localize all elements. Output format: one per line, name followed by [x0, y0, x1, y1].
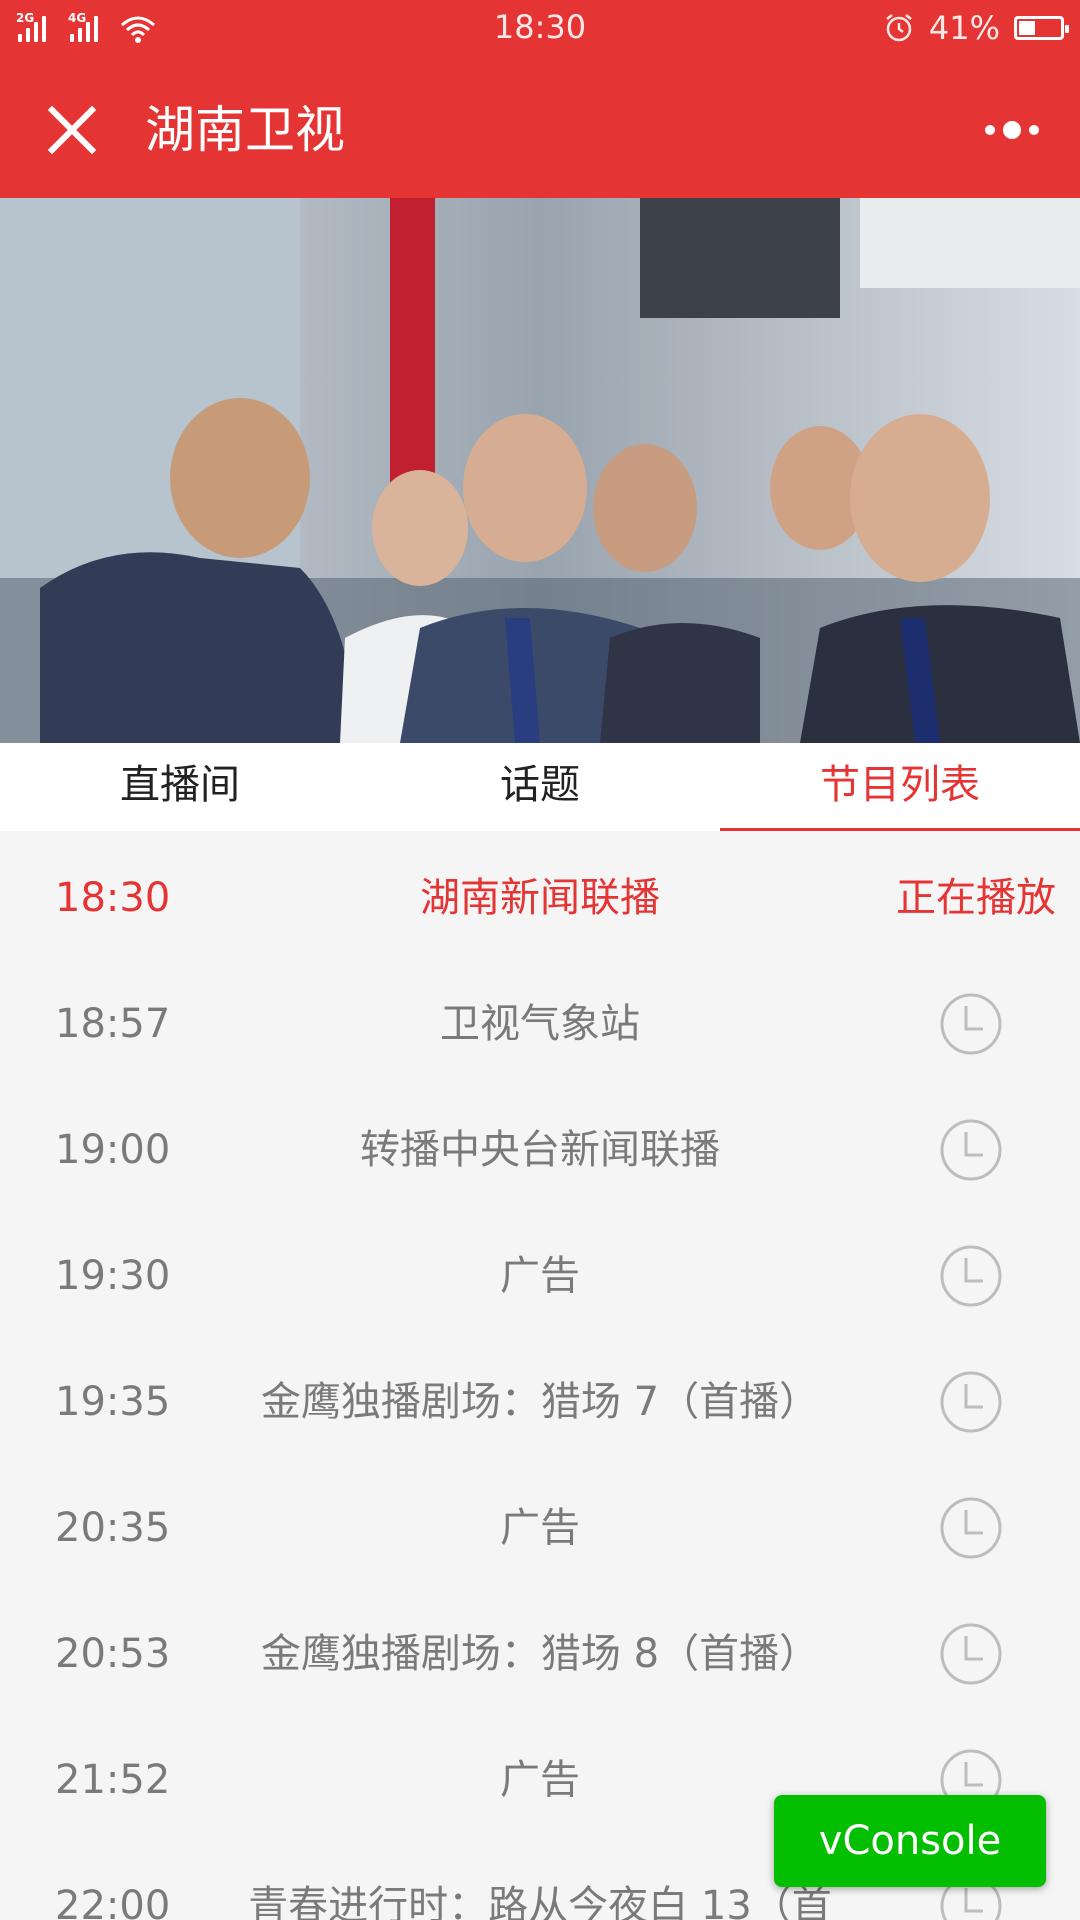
- program-time: 19:35: [55, 1379, 171, 1425]
- list-item[interactable]: 19:35 金鹰独播剧场：猎场 7（首播）: [0, 1335, 1080, 1461]
- program-time: 18:30: [55, 875, 171, 921]
- live-video-player[interactable]: [0, 198, 1080, 743]
- program-title: 广告: [500, 1253, 580, 1299]
- list-item[interactable]: 20:35 广告: [0, 1461, 1080, 1587]
- clock-icon[interactable]: [939, 1370, 1003, 1434]
- program-title: 金鹰独播剧场：猎场 7（首播）: [260, 1379, 820, 1425]
- program-title: 转播中央台新闻联播: [360, 1127, 720, 1173]
- list-item[interactable]: 19:30 广告: [0, 1209, 1080, 1335]
- program-title: 卫视气象站: [440, 1001, 640, 1047]
- battery-percent: 41%: [928, 9, 1000, 47]
- list-item[interactable]: 18:30 湖南新闻联播 正在播放: [0, 831, 1080, 957]
- tab-live-room[interactable]: 直播间: [0, 743, 360, 831]
- program-title: 广告: [500, 1505, 580, 1551]
- tab-topics[interactable]: 话题: [360, 743, 720, 831]
- tab-program-list[interactable]: 节目列表: [720, 743, 1080, 831]
- program-time: 19:30: [55, 1253, 171, 1299]
- now-playing-label: 正在播放: [896, 875, 1056, 921]
- program-title: 青春进行时：路从今夜白 13（首: [248, 1883, 832, 1920]
- clock-icon[interactable]: [939, 1496, 1003, 1560]
- close-icon[interactable]: [40, 98, 104, 162]
- program-time: 21:52: [55, 1757, 171, 1803]
- program-title: 金鹰独播剧场：猎场 8（首播）: [260, 1631, 820, 1677]
- alarm-icon: [886, 14, 912, 42]
- program-title: 广告: [500, 1757, 580, 1803]
- status-bar: 2G 4G 18:30 41%: [0, 0, 1080, 56]
- vconsole-button[interactable]: vConsole: [774, 1795, 1046, 1887]
- app-root: 2G 4G 18:30 41% 湖南卫视 直播间 话题 节目列表 18:30 湖…: [0, 0, 1080, 1920]
- title-bar: 湖南卫视: [0, 56, 1080, 198]
- clock-icon[interactable]: [939, 992, 1003, 1056]
- more-icon[interactable]: [974, 104, 1050, 156]
- program-time: 19:00: [55, 1127, 171, 1173]
- battery-icon: [1014, 16, 1069, 40]
- list-item[interactable]: 20:53 金鹰独播剧场：猎场 8（首播）: [0, 1587, 1080, 1713]
- program-time: 20:53: [55, 1631, 171, 1677]
- app-header: 2G 4G 18:30 41% 湖南卫视: [0, 0, 1080, 198]
- program-time: 22:00: [55, 1883, 171, 1920]
- tab-bar: 直播间 话题 节目列表: [0, 743, 1080, 831]
- program-title: 湖南新闻联播: [420, 875, 660, 921]
- page-title: 湖南卫视: [145, 101, 345, 159]
- status-right: 41%: [883, 9, 1069, 47]
- program-time: 20:35: [55, 1505, 171, 1551]
- battery-fill: [1019, 21, 1036, 35]
- clock-icon[interactable]: [939, 1244, 1003, 1308]
- list-item[interactable]: 19:00 转播中央台新闻联播: [0, 1083, 1080, 1209]
- program-time: 18:57: [55, 1001, 171, 1047]
- clock-icon[interactable]: [939, 1622, 1003, 1686]
- program-list: 18:30 湖南新闻联播 正在播放 18:57 卫视气象站 19:00 转播中央台新闻联播 1…: [0, 831, 1080, 1920]
- video-frame: [0, 198, 1080, 743]
- clock-icon[interactable]: [939, 1118, 1003, 1182]
- list-item[interactable]: 18:57 卫视气象站: [0, 957, 1080, 1083]
